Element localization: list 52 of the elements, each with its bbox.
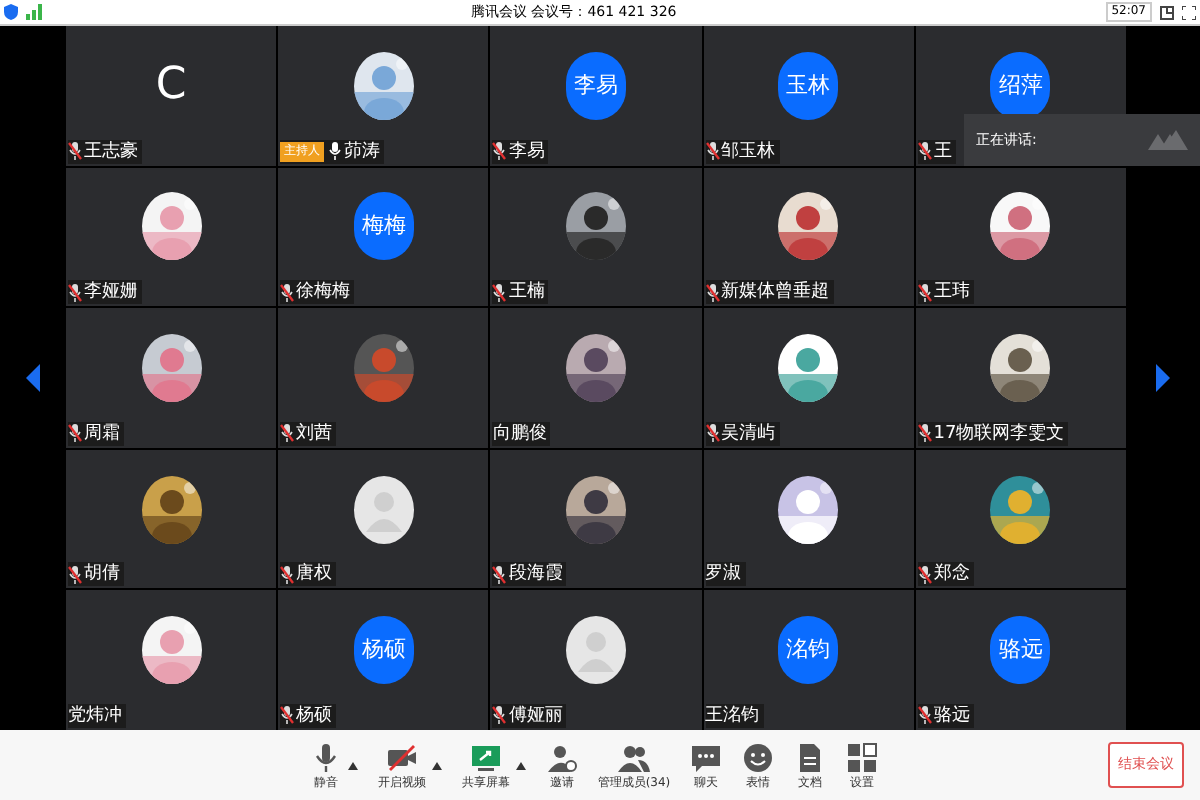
initials-avatar: 骆远: [990, 616, 1051, 685]
participant-name: 王志豪: [84, 139, 138, 164]
next-page-icon[interactable]: [1156, 364, 1170, 392]
participant-name: 王玮: [933, 280, 970, 305]
default-avatar-icon: [353, 475, 414, 544]
participant-name: 杨硕: [296, 703, 333, 728]
participant-name: 向鹏俊: [492, 421, 547, 446]
participant-name: 茆涛: [344, 139, 381, 164]
chat-icon: [690, 741, 723, 773]
caret-icon[interactable]: [431, 761, 442, 769]
participant-name: 邹玉林: [721, 139, 776, 164]
add-person-icon: [545, 741, 578, 773]
layout-icon[interactable]: [1160, 5, 1174, 19]
participant-name: 李娅姗: [84, 280, 138, 305]
participant-name: 傅娅丽: [508, 703, 563, 728]
avatar-letter: C: [155, 58, 187, 115]
fullscreen-icon[interactable]: [1182, 5, 1196, 19]
participant-name: 王: [933, 139, 952, 164]
participant-name: 郑念: [933, 562, 970, 587]
participant-name: 王楠: [508, 280, 545, 305]
participant-name: 胡倩: [84, 562, 120, 587]
participant-name: 唐权: [296, 562, 333, 587]
video-off-icon: [385, 741, 418, 773]
shield-icon: [4, 4, 18, 20]
participant-name: 徐梅梅: [296, 280, 351, 305]
participant-name: 刘茜: [296, 421, 333, 446]
initials-avatar: 洺钧: [778, 616, 839, 685]
caret-icon[interactable]: [515, 761, 526, 769]
previous-page-icon[interactable]: [26, 364, 40, 392]
initials-avatar: 李易: [565, 51, 626, 120]
initials-avatar: 玉林: [778, 51, 839, 120]
settings-icon: [846, 741, 879, 773]
participant-name: 新媒体曾垂超: [721, 280, 830, 305]
logo-icon: [1148, 130, 1188, 150]
participant-name: 罗淑: [705, 562, 742, 587]
participant-name: 周霜: [84, 421, 120, 446]
initials-avatar: 杨硕: [353, 616, 414, 685]
initials-avatar: 绍萍: [990, 51, 1051, 120]
participant-name: 段海霞: [508, 562, 563, 587]
participant-name: 17物联网李雯文: [933, 421, 1065, 446]
caret-icon[interactable]: [347, 761, 358, 769]
signal-icon: [26, 4, 42, 20]
participant-name: 吴清屿: [721, 421, 776, 446]
participant-name: 王洺钧: [705, 703, 760, 728]
initials-avatar: 梅梅: [353, 192, 414, 261]
screen-share-icon: [469, 741, 502, 773]
participant-name: 党炜冲: [68, 703, 122, 728]
people-icon: [617, 741, 650, 773]
smiley-icon: [742, 741, 775, 773]
participant-name: 骆远: [933, 703, 970, 728]
participant-name: 李易: [508, 139, 545, 164]
default-avatar-icon: [565, 616, 626, 685]
